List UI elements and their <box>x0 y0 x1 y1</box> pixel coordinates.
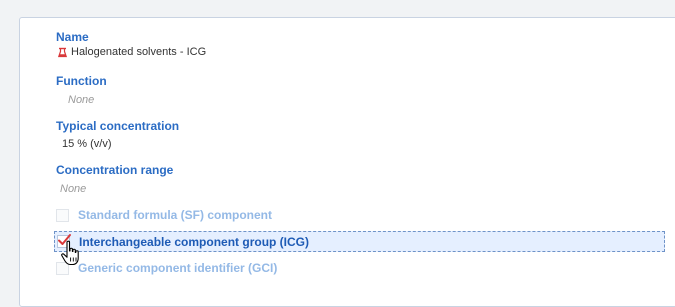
gci-option[interactable]: Generic component identifier (GCI) <box>56 259 277 277</box>
sf-component-option[interactable]: Standard formula (SF) component <box>56 206 272 224</box>
name-value-text: Halogenated solvents - ICG <box>71 46 207 58</box>
typical-concentration-value: 15 % (v/v) <box>62 138 112 150</box>
function-value: None <box>68 94 95 106</box>
gci-label: Generic component identifier (GCI) <box>78 261 278 275</box>
concentration-range-label: Concentration range <box>56 163 174 177</box>
function-label: Function <box>56 74 107 88</box>
sf-component-checkbox[interactable] <box>56 208 69 222</box>
name-value: Halogenated solvents - ICG <box>58 46 206 59</box>
icg-label: Interchangeable component group (ICG) <box>79 234 310 249</box>
hand-pointer-icon <box>61 240 79 266</box>
sf-component-label: Standard formula (SF) component <box>78 208 273 222</box>
name-label: Name <box>56 30 89 44</box>
concentration-range-value: None <box>60 183 87 195</box>
substance-flask-icon <box>58 47 67 58</box>
typical-concentration-label: Typical concentration <box>56 119 180 133</box>
icg-option[interactable]: Interchangeable component group (ICG) <box>54 231 665 252</box>
